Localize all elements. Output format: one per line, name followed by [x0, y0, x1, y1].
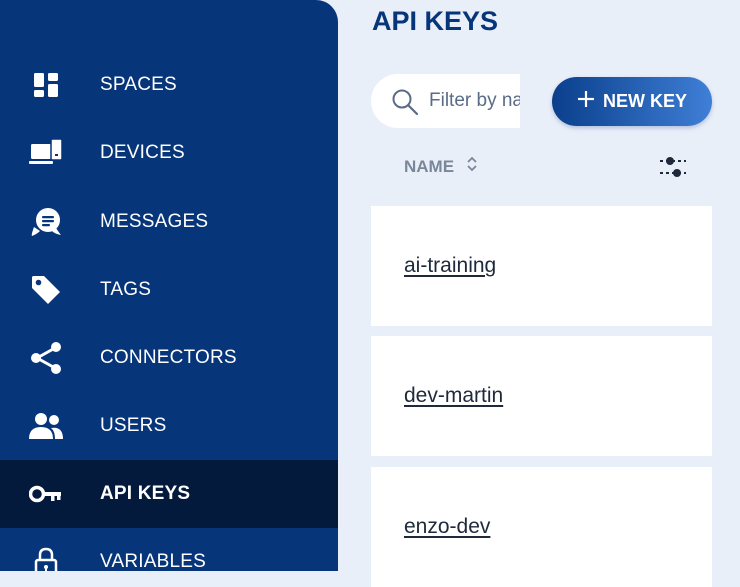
api-key-row[interactable]: enzo-dev: [371, 467, 712, 587]
sidebar-item-tags[interactable]: TAGS: [0, 256, 338, 324]
page-title: API KEYS: [372, 6, 499, 36]
sidebar-item-devices[interactable]: DEVICES: [0, 119, 338, 187]
api-key-link[interactable]: enzo-dev: [404, 515, 490, 539]
sidebar-item-users[interactable]: USERS: [0, 392, 338, 460]
sidebar-item-label: API KEYS: [100, 483, 191, 504]
sidebar-item-connectors[interactable]: CONNECTORS: [0, 324, 338, 392]
main-content: API KEYS NEW KEY NAME: [338, 0, 740, 587]
users-icon: [28, 408, 64, 444]
api-key-row[interactable]: ai-training: [371, 206, 712, 326]
devices-icon: [28, 135, 64, 171]
sidebar-item-label: TAGS: [100, 279, 152, 300]
sidebar: SPACES DEVICES MESSAGES TAGS CONNECTORS …: [0, 0, 338, 571]
column-settings-button[interactable]: [658, 153, 688, 183]
new-key-button[interactable]: NEW KEY: [552, 77, 712, 126]
sidebar-item-spaces[interactable]: SPACES: [0, 51, 338, 119]
share-icon: [28, 340, 64, 376]
search-box[interactable]: [371, 74, 520, 128]
lock-icon: [28, 544, 64, 571]
sidebar-item-label: VARIABLES: [100, 551, 206, 571]
sliders-icon: [658, 157, 688, 187]
plus-icon: [577, 90, 595, 113]
sidebar-item-variables[interactable]: VARIABLES: [0, 528, 338, 571]
messages-icon: [28, 204, 64, 240]
sort-icon: [466, 156, 478, 177]
api-key-link[interactable]: dev-martin: [404, 384, 503, 408]
sidebar-item-label: USERS: [100, 415, 167, 436]
tag-icon: [28, 272, 64, 308]
sidebar-item-label: SPACES: [100, 74, 177, 95]
api-key-link[interactable]: ai-training: [404, 254, 496, 278]
sidebar-item-api-keys[interactable]: API KEYS: [0, 460, 338, 528]
sidebar-item-label: CONNECTORS: [100, 347, 237, 368]
sidebar-item-label: DEVICES: [100, 142, 185, 163]
new-key-label: NEW KEY: [602, 91, 687, 111]
column-header-name: NAME: [404, 156, 455, 176]
key-icon: [28, 476, 64, 512]
sidebar-item-messages[interactable]: MESSAGES: [0, 188, 338, 256]
search-icon: [391, 88, 419, 116]
spaces-icon: [28, 67, 64, 103]
sort-by-name-header[interactable]: NAME: [404, 156, 478, 177]
sidebar-item-label: MESSAGES: [100, 211, 209, 232]
api-key-row[interactable]: dev-martin: [371, 336, 712, 456]
search-input[interactable]: [429, 74, 520, 128]
